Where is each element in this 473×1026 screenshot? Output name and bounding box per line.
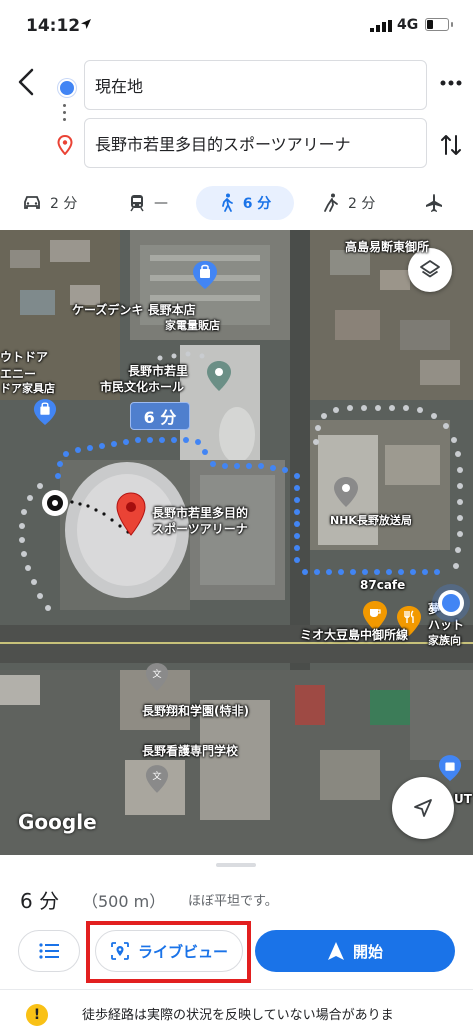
network-type: 4G: [397, 17, 419, 33]
current-location-icon: [438, 590, 464, 616]
mode-walk-label: 6 分: [242, 196, 272, 212]
place-label[interactable]: ケーズデンキ 長野本店: [72, 303, 196, 317]
place-label[interactable]: ハット: [428, 618, 464, 632]
shopping-bag-pin-icon[interactable]: [438, 754, 462, 782]
origin-field[interactable]: 現在地: [84, 60, 427, 110]
flight-icon: [426, 194, 442, 212]
recenter-button[interactable]: [392, 777, 454, 839]
satellite-imagery: [0, 230, 473, 855]
shopping-bag-pin-icon[interactable]: [192, 260, 218, 290]
destination-label[interactable]: 長野市若里多目的: [152, 506, 248, 520]
place-label[interactable]: 長野看護専門学校: [142, 744, 238, 758]
route-dots-icon: [63, 104, 67, 125]
battery-icon: [425, 18, 449, 31]
school-pin-icon[interactable]: 文: [145, 662, 169, 692]
car-icon: [24, 196, 40, 209]
route-distance: （500 m）: [82, 892, 166, 911]
start-label: 開始: [352, 942, 383, 961]
place-label[interactable]: エニー: [0, 367, 36, 381]
mode-transit[interactable]: —: [128, 186, 168, 220]
destination-field[interactable]: 長野市若里多目的スポーツアリーナ: [84, 118, 427, 168]
signal-icon: [370, 20, 392, 32]
place-sublabel: 家電量販店: [165, 319, 220, 332]
sheet-handle[interactable]: [216, 863, 256, 867]
mode-rideshare[interactable]: 2 分: [322, 186, 375, 220]
place-label[interactable]: NHK長野放送局: [330, 514, 412, 528]
route-time-badge: 6 分: [130, 402, 190, 430]
place-label[interactable]: 長野翔和学園(特非): [142, 704, 249, 718]
destination-pin-icon: [57, 135, 73, 155]
route-summary-sheet[interactable]: 6 分 （500 m） ほぼ平坦です。 ライブビュー 開始 ! 徒歩経路は実際の…: [0, 857, 473, 1026]
steps-list-button[interactable]: [18, 930, 80, 972]
place-label[interactable]: 高島易断東御所: [345, 240, 429, 254]
origin-dot-icon: [58, 79, 76, 97]
warning-text: 徒歩経路は実際の状況を反映していない場合がありま: [82, 1008, 394, 1023]
map-view[interactable]: 高島易断東御所 ケーズデンキ 長野本店 家電量販店 ウトドア エニー ドア家具店…: [0, 230, 473, 855]
start-button[interactable]: 開始: [255, 930, 455, 972]
route-duration: 6 分: [20, 889, 60, 913]
warning-icon: !: [26, 1004, 48, 1026]
place-label[interactable]: UT: [454, 792, 472, 806]
mode-car-label: 2 分: [50, 196, 78, 212]
place-label[interactable]: 87cafe: [360, 578, 405, 592]
highlight-box: [86, 921, 251, 983]
warning-row: ! 徒歩経路は実際の状況を反映していない場合がありま: [0, 989, 473, 1026]
google-attribution: Google: [18, 810, 97, 834]
list-icon: [39, 943, 59, 959]
school-pin-icon[interactable]: 文: [145, 764, 169, 794]
place-sublabel: 家族向: [428, 634, 461, 647]
more-options-icon[interactable]: [440, 78, 462, 88]
origin-marker-icon: [42, 490, 68, 516]
mode-walk[interactable]: 6 分: [196, 186, 294, 220]
transit-icon: [130, 195, 144, 212]
layers-icon: [420, 260, 440, 278]
back-arrow-icon[interactable]: [14, 62, 42, 102]
place-label[interactable]: 市民文化ホール: [100, 380, 184, 394]
destination-label[interactable]: スポーツアリーナ: [152, 522, 248, 536]
mode-flight[interactable]: [424, 186, 452, 220]
mode-car[interactable]: 2 分: [22, 186, 77, 220]
travel-modes: 2 分 — 6 分 2 分: [0, 184, 473, 224]
status-bar: 14:12 4G: [0, 0, 473, 56]
layers-button[interactable]: [408, 248, 452, 292]
venue-pin-icon[interactable]: [333, 476, 359, 508]
place-label[interactable]: ウトドア: [0, 350, 48, 364]
shopping-bag-pin-icon[interactable]: [33, 398, 57, 426]
route-terrain: ほぼ平坦です。: [188, 894, 278, 909]
destination-pin-icon[interactable]: [116, 492, 146, 536]
svg-text:文: 文: [152, 770, 161, 782]
venue-pin-icon[interactable]: [206, 360, 232, 392]
place-sublabel: ドア家具店: [0, 382, 55, 395]
location-arrow-icon: [81, 19, 91, 29]
rideshare-icon: [324, 193, 338, 212]
mode-rideshare-label: 2 分: [348, 196, 376, 212]
svg-text:文: 文: [152, 668, 161, 680]
road-label: ミオ大豆島中御所線: [300, 628, 409, 642]
place-label[interactable]: 長野市若里: [128, 364, 188, 378]
status-time: 14:12: [26, 16, 81, 36]
navigation-arrow-icon: [414, 799, 432, 817]
mode-transit-label: —: [154, 195, 168, 211]
navigation-arrow-icon: [327, 942, 344, 960]
swap-icon[interactable]: [440, 132, 462, 158]
walk-icon: [221, 193, 233, 212]
